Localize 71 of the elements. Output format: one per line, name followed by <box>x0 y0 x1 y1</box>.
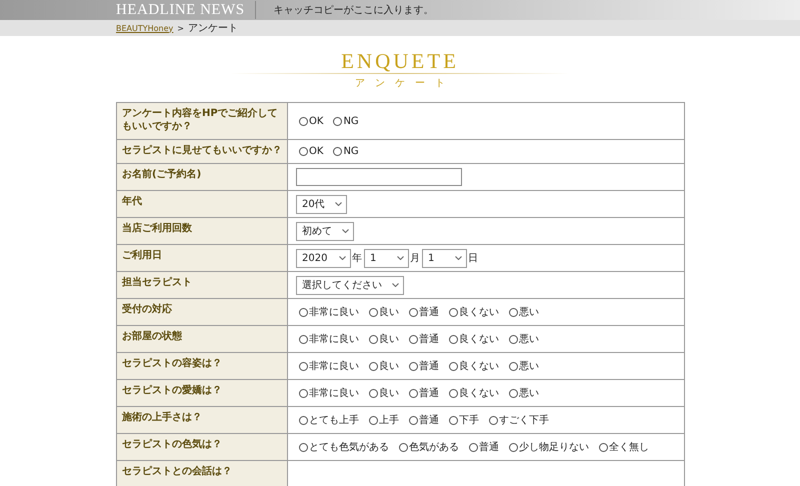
chevron-down-icon <box>455 256 462 260</box>
radio-option[interactable]: 非常に良い <box>299 332 359 346</box>
radio-option[interactable]: 全く無し <box>599 440 649 454</box>
radio-option[interactable]: 普通 <box>409 359 439 373</box>
radio-option[interactable]: すごく下手 <box>489 413 549 427</box>
breadcrumb-link[interactable]: BEAUTYHoney <box>116 24 174 32</box>
chevron-down-icon <box>339 256 346 260</box>
radio-option[interactable]: 良くない <box>449 386 499 400</box>
question-label: セラピストの色気は？ <box>116 434 288 460</box>
site-title: HEADLINE NEWS <box>116 1 256 19</box>
breadcrumb-current: アンケート <box>188 22 238 35</box>
radio-option[interactable]: OK <box>299 116 324 126</box>
question-label: 年代 <box>116 190 288 218</box>
page-heading: ENQUETE <box>341 50 459 72</box>
question-label: 担当セラピスト <box>116 272 288 298</box>
radio-option[interactable]: 非常に良い <box>299 386 359 400</box>
radio-option[interactable]: 普通 <box>469 440 499 454</box>
chevron-down-icon <box>397 256 404 260</box>
radio-option[interactable]: 普通 <box>409 386 439 400</box>
dropdown[interactable]: 1 <box>422 248 467 268</box>
radio-option[interactable]: 悪い <box>509 332 539 346</box>
radio-option[interactable]: 上手 <box>369 413 399 427</box>
question-label: アンケート内容をHPでご紹介してもいいですか？ <box>116 102 288 140</box>
radio-option[interactable]: NG <box>333 116 359 126</box>
question-label: 受付の対応 <box>116 298 288 326</box>
dropdown[interactable]: 1 <box>364 248 409 268</box>
radio-option[interactable]: 下手 <box>449 413 479 427</box>
radio-option[interactable]: 良くない <box>449 332 499 346</box>
dropdown[interactable]: 選択してください <box>296 276 404 294</box>
radio-option[interactable]: 少し物足りない <box>509 440 589 454</box>
radio-option[interactable]: 色気がある <box>399 440 459 454</box>
radio-option[interactable]: 良い <box>369 332 399 346</box>
radio-option[interactable]: 悪い <box>509 359 539 373</box>
radio-option[interactable]: 良くない <box>449 359 499 373</box>
page-subheading: アンケート <box>354 77 455 90</box>
question-label: セラピストの愛嬌は？ <box>116 380 288 406</box>
dropdown[interactable]: 2020 <box>296 248 351 268</box>
chevron-down-icon <box>334 202 342 206</box>
date-unit: 月 <box>410 252 420 265</box>
radio-option[interactable]: NG <box>333 146 359 157</box>
radio-option[interactable]: 悪い <box>509 386 539 400</box>
catchcopy-text: キャッチコピーがここに入ります。 <box>274 4 434 17</box>
radio-option[interactable]: 普通 <box>409 332 439 346</box>
question-label: セラピストの容姿は？ <box>116 352 288 380</box>
radio-option[interactable]: とても色気がある <box>299 440 389 454</box>
radio-option[interactable]: 悪い <box>509 305 539 319</box>
question-label: お部屋の状態 <box>116 326 288 352</box>
question-label: ご利用日 <box>116 244 288 272</box>
dropdown[interactable]: 20代 <box>296 194 347 214</box>
dropdown[interactable]: 初めて <box>296 222 354 240</box>
radio-option[interactable]: 良い <box>369 305 399 319</box>
question-label: 当店ご利用回数 <box>116 218 288 244</box>
chevron-down-icon <box>342 229 349 233</box>
radio-option[interactable]: 普通 <box>409 305 439 319</box>
radio-option[interactable]: OK <box>299 146 324 157</box>
radio-option[interactable]: とても上手 <box>299 413 359 427</box>
chevron-down-icon <box>392 283 399 287</box>
date-unit: 年 <box>352 252 362 265</box>
date-unit: 日 <box>468 252 478 265</box>
radio-option[interactable]: 普通 <box>409 413 439 427</box>
radio-option[interactable]: 良い <box>369 359 399 373</box>
radio-option[interactable]: 良い <box>369 386 399 400</box>
question-label: セラピストに見せてもいいですか？ <box>116 140 288 164</box>
breadcrumb-separator: > <box>177 24 184 32</box>
radio-option[interactable]: 良くない <box>449 305 499 319</box>
radio-option[interactable]: 非常に良い <box>299 359 359 373</box>
radio-option[interactable]: 非常に良い <box>299 305 359 319</box>
question-label: セラピストとの会話は？ <box>116 460 288 486</box>
question-label: 施術の上手さは？ <box>116 406 288 434</box>
name-input-field[interactable] <box>296 168 462 186</box>
question-label: お名前(ご予約名) <box>116 164 288 190</box>
